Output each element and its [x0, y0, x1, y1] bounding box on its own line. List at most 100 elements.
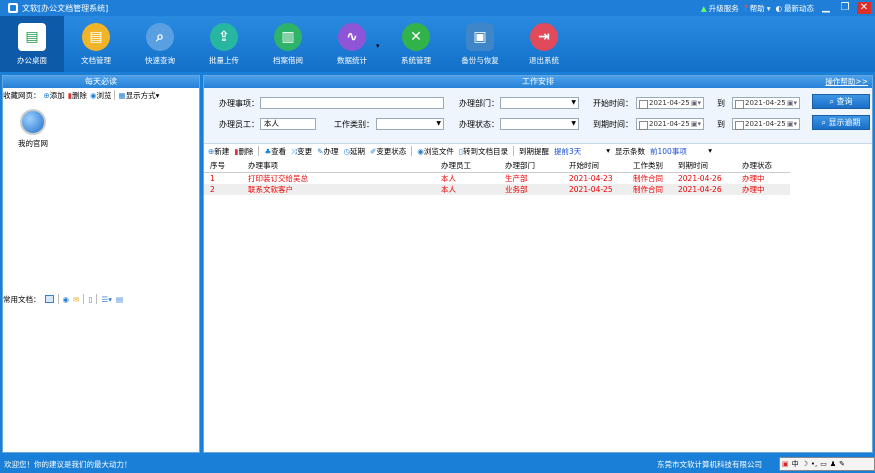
- details-icon[interactable]: ▤: [116, 295, 123, 304]
- delete-button[interactable]: ▮删除: [234, 146, 253, 157]
- operation-help-link[interactable]: 操作帮助>>: [825, 76, 868, 88]
- view-button[interactable]: ♣查看: [264, 146, 286, 157]
- tool-label: 备份与恢复: [461, 56, 499, 65]
- staff-input[interactable]: 本人: [260, 118, 316, 130]
- col-status[interactable]: 办理状态: [736, 160, 790, 173]
- left-pane: 每天必读 收藏网页： ⊕添加 ▮删除 ◉浏览 ▦显示方式▾ 我的官网 常用文档：…: [2, 75, 200, 453]
- due-from-date[interactable]: 2021-04-25: [636, 118, 704, 130]
- cell-start: 2021-04-25: [563, 183, 627, 195]
- display-mode-dropdown[interactable]: ▦显示方式▾: [118, 90, 159, 101]
- item-input[interactable]: [260, 97, 444, 109]
- browse-file-label: 浏览文件: [423, 146, 454, 156]
- col-due[interactable]: 到期时间: [672, 160, 736, 173]
- tool-documents[interactable]: ▤ 文档管理: [64, 16, 128, 72]
- table-row[interactable]: 2 联系文软客户 本人 业务部 2021-04-25 制作合同 2021-04-…: [204, 183, 790, 195]
- show-overdue-button[interactable]: ⌕ 显示逾期: [812, 115, 870, 130]
- browse-file-button[interactable]: ◉浏览文件: [417, 146, 454, 157]
- table-row[interactable]: 1 打印装订交给吴总 本人 生产部 2021-04-23 制作合同 2021-0…: [204, 172, 790, 184]
- start-to-date[interactable]: 2021-04-25: [732, 97, 800, 109]
- favorites-label: 收藏网页：: [3, 90, 41, 100]
- news-icon: ◐: [775, 3, 782, 13]
- search-icon: ⌕: [146, 23, 174, 51]
- tool-desktop[interactable]: ▤ 办公桌面: [0, 16, 64, 72]
- cell-status: 办理中: [736, 172, 790, 184]
- remind-dropdown[interactable]: 提前3天 ▾: [554, 146, 610, 157]
- delete-label: 删除: [238, 146, 254, 156]
- ime-mode[interactable]: 中: [792, 459, 799, 469]
- start-from-date[interactable]: 2021-04-25: [636, 97, 704, 109]
- new-button[interactable]: ⊕新建: [208, 146, 229, 157]
- col-type[interactable]: 工作类别: [627, 160, 672, 173]
- tool-exit[interactable]: ⇥ 退出系统: [512, 16, 576, 72]
- col-item[interactable]: 办理事项: [242, 160, 435, 173]
- divider: [96, 294, 98, 304]
- col-staff[interactable]: 办理员工: [435, 160, 499, 173]
- tool-system-admin[interactable]: ✕ 系统管理: [384, 16, 448, 72]
- welcome-text: 欢迎您！你的建议是我们的最大动力！: [4, 460, 132, 469]
- col-start[interactable]: 开始时间: [563, 160, 627, 173]
- mail-icon[interactable]: ✉: [73, 295, 79, 304]
- query-button[interactable]: ⌕ 查询: [812, 94, 870, 109]
- tool-quick-search[interactable]: ⌕ 快速查询: [128, 16, 192, 72]
- status-select[interactable]: [500, 118, 579, 130]
- tool-label: 退出系统: [529, 56, 559, 65]
- divider: [513, 146, 514, 156]
- remind-value: 提前3天: [554, 146, 582, 156]
- tool-archive-borrow[interactable]: ▥ 档案借阅: [256, 16, 320, 72]
- eye-icon[interactable]: ◉: [63, 295, 70, 304]
- window-title: 文软[办公文档管理系统]: [22, 3, 109, 13]
- tool-statistics[interactable]: ∿ 数据统计: [320, 16, 384, 72]
- upgrade-service-link[interactable]: ▲ 升级服务: [701, 3, 739, 14]
- display-label: 显示方式: [125, 90, 156, 100]
- moon-icon[interactable]: ☽: [802, 460, 808, 468]
- chart-icon: ∿: [338, 23, 366, 51]
- change-status-label: 变更状态: [376, 146, 407, 156]
- dept-label: 办理部门：: [459, 99, 499, 108]
- tool-backup-restore[interactable]: ▣ 备份与恢复: [448, 16, 512, 72]
- handle-button[interactable]: ✎办理: [317, 146, 338, 157]
- favorites-bar: 收藏网页： ⊕添加 ▮删除 ◉浏览 ▦显示方式▾: [3, 88, 199, 102]
- help-menu[interactable]: ? 帮助 ▾: [744, 3, 771, 14]
- close-button[interactable]: ✕: [857, 2, 871, 14]
- col-index[interactable]: 序号: [204, 160, 242, 173]
- type-label: 工作类别：: [334, 120, 374, 129]
- search-icon: ⌕: [821, 118, 829, 127]
- count-value: 前100事项: [650, 146, 687, 156]
- add-favorite-button[interactable]: ⊕添加: [44, 90, 65, 101]
- tool-label: 文档管理: [81, 56, 111, 65]
- common-docs-label: 常用文档：: [3, 294, 41, 304]
- restore-button[interactable]: ❐: [838, 2, 852, 14]
- user-icon[interactable]: ♟: [830, 460, 836, 468]
- upgrade-label: 升级服务: [708, 3, 739, 13]
- punct-icon[interactable]: •,: [811, 460, 817, 468]
- col-dept[interactable]: 办理部门: [499, 160, 563, 173]
- file-icon[interactable]: ▯: [88, 295, 92, 304]
- goto-dir-button[interactable]: ▯转到文档目录: [459, 146, 508, 157]
- my-website-shortcut[interactable]: 我的官网: [13, 109, 53, 149]
- goto-dir-label: 转到文档目录: [463, 146, 508, 156]
- news-link[interactable]: ◐ 最新动态: [775, 3, 814, 14]
- change-status-button[interactable]: ✐变更状态: [370, 146, 406, 157]
- chevron-down-icon[interactable]: ▾: [376, 42, 384, 72]
- tool-label: 办公桌面: [17, 56, 47, 65]
- delete-favorite-button[interactable]: ▮删除: [68, 90, 87, 101]
- minimize-button[interactable]: ▁: [819, 2, 833, 14]
- change-button[interactable]: ⤨变更: [291, 146, 312, 157]
- daily-reading-header: 每天必读: [3, 76, 199, 88]
- due-to-date[interactable]: 2021-04-25: [732, 118, 800, 130]
- dept-select[interactable]: [500, 97, 579, 109]
- keyboard-icon[interactable]: ▭: [820, 460, 827, 468]
- news-label: 最新动态: [784, 3, 814, 13]
- wrench-icon[interactable]: ✎: [839, 460, 845, 468]
- ime-toolbar[interactable]: ▣ 中 ☽ •, ▭ ♟ ✎: [779, 457, 875, 471]
- app-icon: [8, 3, 18, 13]
- extend-button[interactable]: ◷延期: [343, 146, 365, 157]
- type-select[interactable]: [376, 118, 444, 130]
- list-view-icon[interactable]: ☰▾: [101, 295, 112, 304]
- cell-type: 制作合同: [627, 172, 672, 184]
- browse-favorite-button[interactable]: ◉浏览: [90, 90, 112, 101]
- window-icon[interactable]: [44, 295, 54, 303]
- website-label: 我的官网: [18, 139, 48, 148]
- tool-batch-upload[interactable]: ⇪ 批量上传: [192, 16, 256, 72]
- count-dropdown[interactable]: 前100事项 ▾: [650, 146, 712, 157]
